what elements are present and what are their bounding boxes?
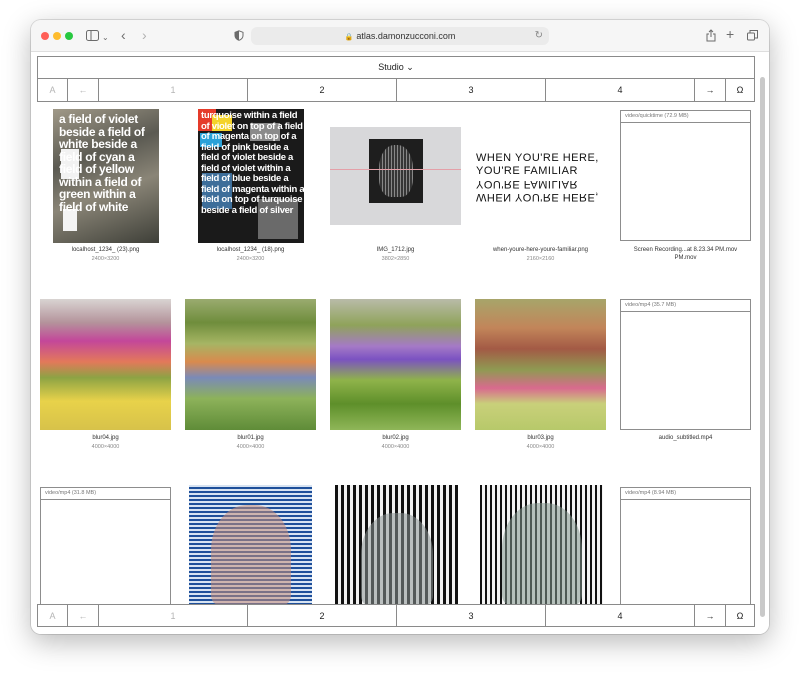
- item-dimensions: 4000×4000: [526, 444, 555, 450]
- artwork-text: WHEN YOU'RE HERE,: [476, 152, 599, 164]
- page-4-button[interactable]: 4: [546, 79, 695, 101]
- item-dimensions: 4000×4000: [381, 444, 410, 450]
- browser-toolbar: ⌄ ‹ › 🔒 atlas.damonzucconi.com ↻ +: [31, 20, 769, 52]
- image-thumbnail[interactable]: [480, 485, 603, 605]
- first-page-button[interactable]: A: [38, 605, 68, 626]
- video-player[interactable]: video/mp4 (31.8 MB): [40, 487, 171, 605]
- next-page-button[interactable]: →: [695, 79, 726, 101]
- page-3-button[interactable]: 3: [397, 605, 546, 626]
- image-thumbnail[interactable]: [330, 299, 461, 430]
- video-player[interactable]: video/quicktime (72.9 MB): [620, 110, 751, 241]
- item-name[interactable]: blur02.jpg: [330, 434, 461, 442]
- image-thumbnail[interactable]: WHEN YOU'RE HERE, YOU'RE FAMILIAR YOU'RE…: [475, 127, 606, 225]
- last-page-button[interactable]: Ω: [726, 605, 754, 626]
- chevron-down-icon[interactable]: ⌄: [102, 32, 109, 44]
- item-name[interactable]: localhost_1234_ (23).png: [40, 246, 171, 254]
- maximize-window-button[interactable]: [65, 32, 73, 40]
- item-dimensions: 4000×4000: [236, 444, 265, 450]
- video-format-label: video/mp4 (8.94 MB): [621, 488, 750, 500]
- image-thumbnail[interactable]: [330, 127, 461, 225]
- shield-icon[interactable]: [234, 30, 244, 43]
- browser-window: ⌄ ‹ › 🔒 atlas.damonzucconi.com ↻ + Studio…: [31, 20, 769, 634]
- item-name[interactable]: blur04.jpg: [40, 434, 171, 442]
- video-player[interactable]: video/mp4 (8.94 MB): [620, 487, 751, 605]
- item-name[interactable]: localhost_1234_ (18).png: [185, 246, 316, 254]
- item-name[interactable]: blur03.jpg: [475, 434, 606, 442]
- prev-page-button[interactable]: ←: [68, 605, 99, 626]
- pagination-bottom: A ← 1 2 3 4 → Ω: [37, 604, 755, 627]
- page-2-button[interactable]: 2: [248, 79, 397, 101]
- item-name[interactable]: blur01.jpg: [185, 434, 316, 442]
- plus-icon[interactable]: +: [726, 27, 734, 41]
- item-dimensions: 2160×2160: [526, 256, 555, 262]
- item-dimensions: 2400×3200: [236, 256, 265, 262]
- artwork-text: YOU'RE FAMILIAR: [476, 165, 578, 177]
- address-bar[interactable]: 🔒 atlas.damonzucconi.com ↻: [251, 27, 549, 45]
- image-thumbnail[interactable]: [189, 485, 312, 605]
- lock-icon: 🔒: [344, 34, 354, 41]
- last-page-button[interactable]: Ω: [726, 79, 754, 101]
- prev-page-button[interactable]: ←: [68, 79, 99, 101]
- video-format-label: video/mp4 (31.8 MB): [41, 488, 170, 500]
- page-3-button[interactable]: 3: [397, 79, 546, 101]
- next-page-button[interactable]: →: [695, 605, 726, 626]
- item-name[interactable]: when-youre-here-youre-familiar.png: [475, 246, 606, 254]
- forward-icon[interactable]: ›: [142, 28, 147, 42]
- image-thumbnail[interactable]: turquoise within a field of violet on to…: [198, 109, 304, 243]
- video-player[interactable]: video/mp4 (35.7 MB): [620, 299, 751, 430]
- close-window-button[interactable]: [41, 32, 49, 40]
- tabs-icon[interactable]: [747, 30, 758, 43]
- page-2-button[interactable]: 2: [248, 605, 397, 626]
- back-icon[interactable]: ‹: [121, 28, 126, 42]
- minimize-window-button[interactable]: [53, 32, 61, 40]
- collection-title-dropdown[interactable]: Studio ⌄: [37, 56, 755, 79]
- image-thumbnail[interactable]: a field of violet beside a field of whit…: [53, 109, 159, 243]
- overlay-text: turquoise within a field of violet on to…: [201, 110, 304, 216]
- artwork-text-mirror: WHEN YOU'RE HERE,: [476, 191, 599, 203]
- item-name-line2: PM.mov: [674, 255, 697, 261]
- share-icon[interactable]: [706, 29, 716, 44]
- image-thumbnail[interactable]: [335, 485, 458, 605]
- page-content: Studio ⌄ A ← 1 2 3 4 → Ω a field of viol…: [31, 53, 769, 634]
- first-page-button[interactable]: A: [38, 79, 68, 101]
- page-1-button[interactable]: 1: [99, 605, 248, 626]
- item-name[interactable]: Screen Recording...at 8.23.34 PM.mov: [620, 246, 751, 254]
- item-dimensions: 2400×3200: [91, 256, 120, 262]
- item-dimensions: 3802×2850: [381, 256, 410, 262]
- video-format-label: video/quicktime (72.9 MB): [621, 111, 750, 123]
- overlay-text: a field of violet beside a field of whit…: [59, 112, 145, 214]
- artwork-text-mirror: YOU'RE FAMILIAR: [476, 178, 578, 190]
- url-text: atlas.damonzucconi.com: [356, 31, 456, 41]
- image-thumbnail[interactable]: [185, 299, 316, 430]
- item-dimensions: 4000×4000: [91, 444, 120, 450]
- item-name[interactable]: IMG_1712.jpg: [330, 246, 461, 254]
- page-scrollbar[interactable]: [760, 77, 765, 617]
- image-thumbnail[interactable]: [475, 299, 606, 430]
- sidebar-icon[interactable]: [86, 30, 99, 43]
- page-4-button[interactable]: 4: [546, 605, 695, 626]
- video-format-label: video/mp4 (35.7 MB): [621, 300, 750, 312]
- image-thumbnail[interactable]: [40, 299, 171, 430]
- pagination-top: A ← 1 2 3 4 → Ω: [37, 79, 755, 102]
- item-name[interactable]: audio_subtitled.mp4: [620, 434, 751, 442]
- page-1-button[interactable]: 1: [99, 79, 248, 101]
- reload-icon[interactable]: ↻: [535, 27, 543, 45]
